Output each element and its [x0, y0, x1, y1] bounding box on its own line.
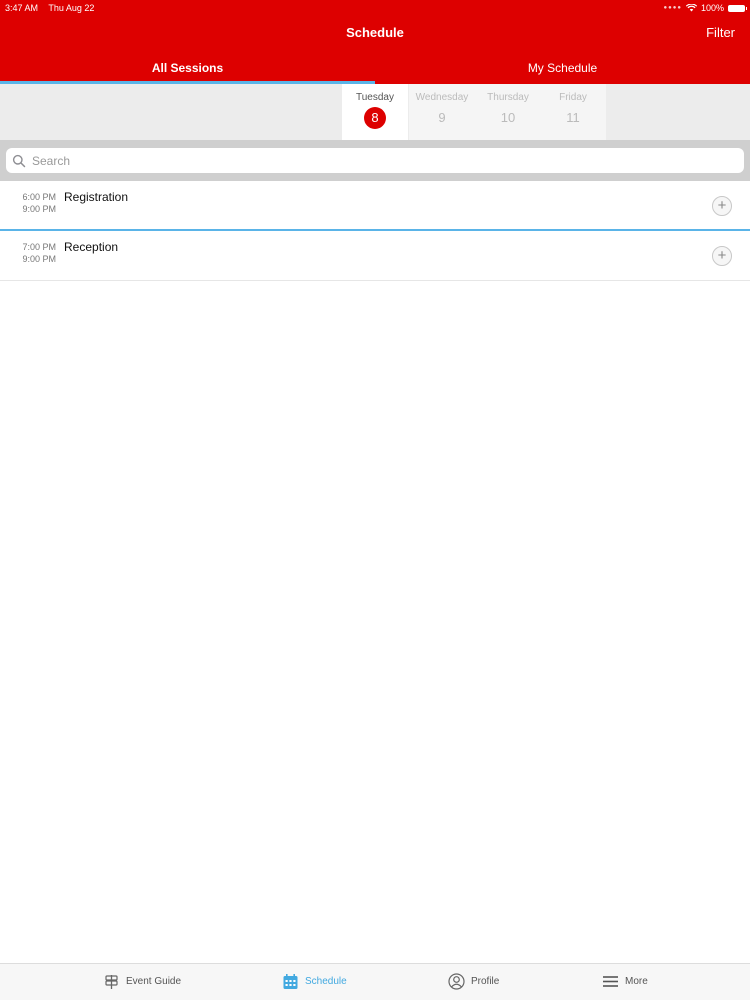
add-to-schedule-button[interactable]: +: [712, 196, 732, 216]
day-name: Tuesday: [356, 92, 394, 103]
tab-more[interactable]: More: [602, 973, 648, 990]
day-name: Thursday: [487, 92, 529, 103]
menu-icon: [603, 976, 618, 987]
list-item[interactable]: 7:00 PM 9:00 PM Reception +: [0, 231, 750, 281]
day-tuesday[interactable]: Tuesday 8: [342, 84, 408, 140]
end-time: 9:00 PM: [22, 254, 56, 264]
schedule-screen: 3:47 AM Thu Aug 22 ●●●● 100% Schedule Fi…: [0, 0, 750, 1000]
tab-label: Event Guide: [126, 976, 182, 987]
tab-all-sessions[interactable]: All Sessions: [0, 58, 375, 84]
profile-icon: [448, 973, 465, 990]
tab-profile[interactable]: Profile: [448, 973, 499, 990]
status-right: ●●●● 100%: [663, 3, 747, 13]
wifi-icon: [685, 4, 697, 12]
day-name: Wednesday: [415, 92, 469, 103]
status-bar: 3:47 AM Thu Aug 22 ●●●● 100%: [0, 0, 750, 16]
session-times: 7:00 PM 9:00 PM: [8, 241, 56, 265]
day-number: 9: [438, 110, 446, 125]
filter-button[interactable]: Filter: [706, 25, 735, 40]
calendar-icon: [283, 974, 298, 989]
signpost-icon: [105, 975, 118, 989]
tab-event-guide[interactable]: Event Guide: [103, 973, 181, 990]
tab-label: Profile: [471, 976, 500, 987]
day-name: Friday: [559, 92, 587, 103]
search-icon: [12, 154, 26, 167]
bottom-tab-bar: Event Guide Schedule Profile More: [0, 963, 750, 1000]
day-number: 11: [566, 110, 580, 125]
day-thursday[interactable]: Thursday 10: [475, 84, 541, 140]
search-bar: [0, 140, 750, 181]
status-left: 3:47 AM Thu Aug 22: [5, 3, 102, 13]
day-wednesday[interactable]: Wednesday 9: [409, 84, 475, 140]
date-picker: Tuesday 8 Wednesday 9 Thursday 10 Friday…: [0, 84, 750, 140]
header: 3:47 AM Thu Aug 22 ●●●● 100% Schedule Fi…: [0, 0, 750, 84]
day-number: 10: [500, 110, 516, 125]
tab-label: More: [625, 976, 648, 987]
session-tabs: All Sessions My Schedule: [0, 58, 750, 84]
session-title: Registration: [64, 190, 129, 204]
status-time: 3:47 AM: [5, 3, 39, 13]
add-to-schedule-button[interactable]: +: [712, 246, 732, 266]
signal-icon: ●●●●: [663, 5, 682, 11]
search-input[interactable]: [32, 153, 712, 168]
search-box[interactable]: [6, 148, 744, 173]
session-times: 6:00 PM 9:00 PM: [8, 191, 56, 215]
page-title: Schedule: [346, 25, 404, 40]
start-time: 6:00 PM: [22, 192, 56, 202]
status-date: Thu Aug 22: [48, 3, 95, 13]
tab-my-schedule[interactable]: My Schedule: [375, 58, 750, 84]
tab-label: Schedule: [305, 976, 347, 987]
day-friday[interactable]: Friday 11: [540, 84, 606, 140]
day-number: 8: [364, 107, 386, 129]
battery-percent: 100%: [700, 3, 724, 13]
end-time: 9:00 PM: [22, 204, 56, 214]
battery-icon: [728, 4, 747, 12]
session-list: 6:00 PM 9:00 PM Registration + 7:00 PM 9…: [0, 181, 750, 281]
session-title: Reception: [64, 240, 119, 254]
list-item[interactable]: 6:00 PM 9:00 PM Registration +: [0, 181, 750, 231]
tab-schedule[interactable]: Schedule: [282, 973, 347, 990]
start-time: 7:00 PM: [22, 242, 56, 252]
